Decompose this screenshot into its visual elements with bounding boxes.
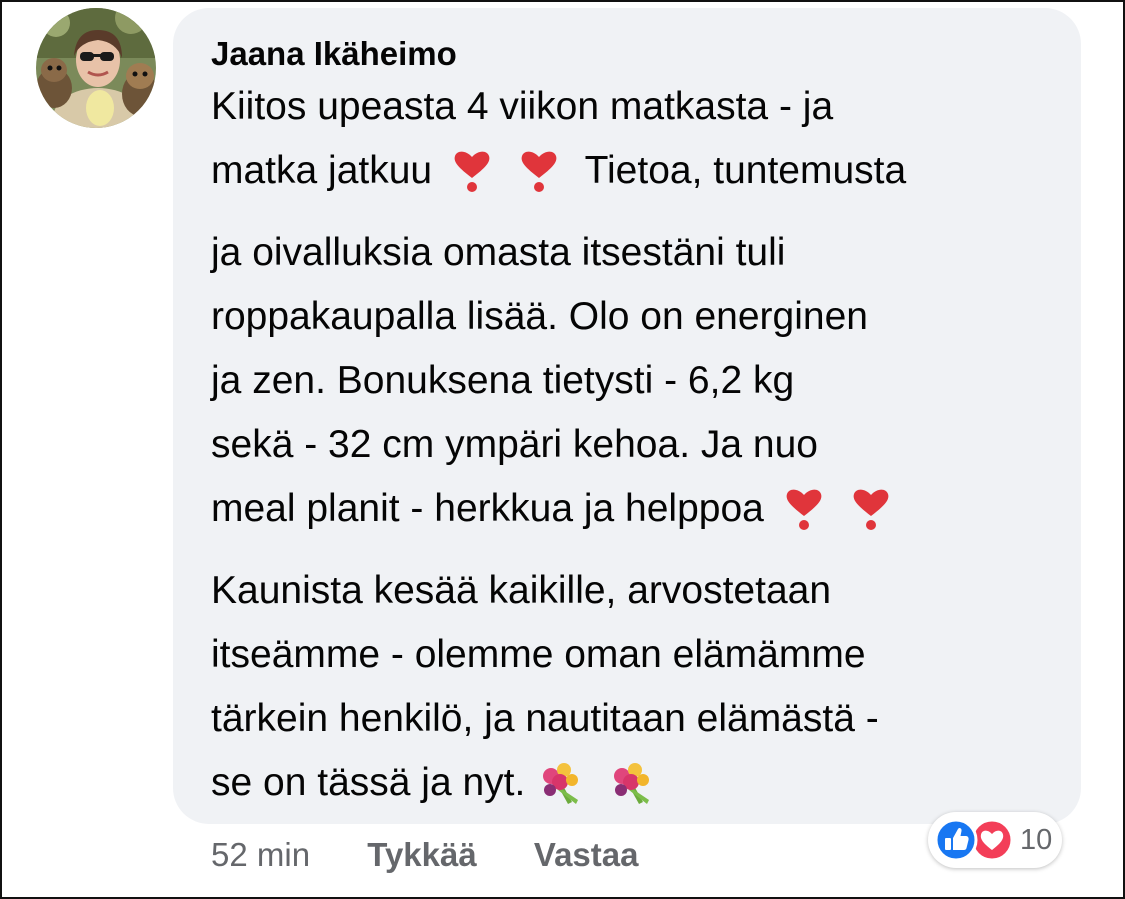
reaction-count: 10 bbox=[1020, 823, 1053, 856]
comment-line: meal planit - herkkua ja helppoa bbox=[211, 485, 1071, 567]
bouquet-icon bbox=[609, 760, 655, 806]
comment-line: tärkein henkilö, ja nautitaan elämästä - bbox=[211, 695, 1071, 759]
heavy-heart-exclamation-icon bbox=[449, 148, 495, 194]
comment-line-text: Kaunista kesää kaikille, arvostetaan bbox=[211, 568, 832, 612]
bouquet-icon bbox=[538, 760, 584, 806]
comment-line-text: sekä - 32 cm ympäri kehoa. Ja nuo bbox=[211, 422, 818, 466]
avatar[interactable] bbox=[36, 8, 156, 128]
comment-line: Kaunista kesää kaikille, arvostetaan bbox=[211, 567, 1071, 631]
comment-line-text: tärkein henkilö, ja nautitaan elämästä - bbox=[211, 696, 879, 740]
comment-line: ja oivalluksia omasta itsestäni tuli bbox=[211, 229, 1071, 293]
comment-line-text: meal planit - herkkua ja helppoa bbox=[211, 486, 764, 530]
comment-text: Kiitos upeasta 4 viikon matkasta - ja ma… bbox=[211, 83, 1071, 841]
comment-line: matka jatkuu Tietoa, tuntemusta bbox=[211, 147, 1071, 229]
comment-author[interactable]: Jaana Ikäheimo bbox=[211, 35, 457, 73]
comment-line-text: Tietoa, tuntemusta bbox=[584, 148, 907, 192]
reaction-summary[interactable]: 10 bbox=[928, 812, 1063, 868]
comment-line: sekä - 32 cm ympäri kehoa. Ja nuo bbox=[211, 421, 1071, 485]
comment-line: roppakaupalla lisää. Olo on energinen bbox=[211, 293, 1071, 357]
heavy-heart-exclamation-icon bbox=[516, 148, 562, 194]
comment-line-text: matka jatkuu bbox=[211, 148, 433, 192]
comment-line: Kiitos upeasta 4 viikon matkasta - ja bbox=[211, 83, 1071, 147]
comment-line-text: itseämme - olemme oman elämämme bbox=[211, 632, 866, 676]
comment-timestamp[interactable]: 52 min bbox=[211, 836, 310, 874]
comment-line-text: Kiitos upeasta 4 viikon matkasta - ja bbox=[211, 84, 834, 128]
like-button[interactable]: Tykkää bbox=[367, 836, 476, 874]
comment-line: ja zen. Bonuksena tietysti - 6,2 kg bbox=[211, 357, 1071, 421]
like-icon bbox=[934, 818, 978, 862]
comment-meta: 52 min Tykkää Vastaa bbox=[211, 836, 686, 874]
reply-button[interactable]: Vastaa bbox=[534, 836, 639, 874]
comment-line-text: se on tässä ja nyt. bbox=[211, 760, 526, 804]
heavy-heart-exclamation-icon bbox=[781, 486, 827, 532]
comment-line-text: ja zen. Bonuksena tietysti - 6,2 kg bbox=[211, 358, 795, 402]
heavy-heart-exclamation-icon bbox=[848, 486, 894, 532]
comment-line-text: ja oivalluksia omasta itsestäni tuli bbox=[211, 230, 786, 274]
comment-line-text: roppakaupalla lisää. Olo on energinen bbox=[211, 294, 868, 338]
avatar-photo bbox=[36, 8, 156, 128]
comment-line: itseämme - olemme oman elämämme bbox=[211, 631, 1071, 695]
